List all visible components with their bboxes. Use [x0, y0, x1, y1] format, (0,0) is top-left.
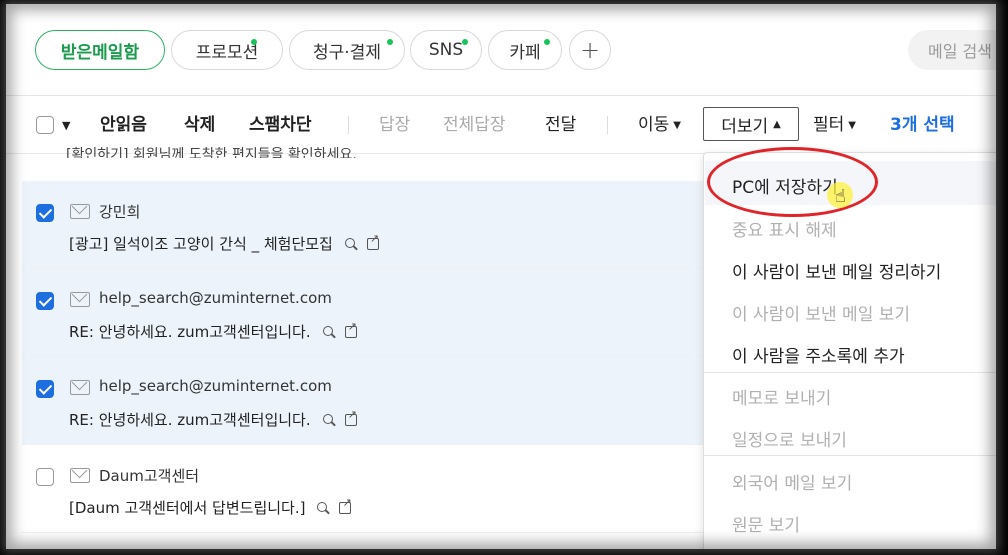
- delete-button[interactable]: 삭제: [184, 114, 215, 136]
- search-icon[interactable]: [344, 237, 357, 250]
- search-icon[interactable]: [317, 501, 329, 514]
- menu-item-send-to-calendar[interactable]: 일정으로 보내기: [732, 426, 847, 451]
- select-all-checkbox[interactable]: [36, 116, 54, 134]
- open-new-window-icon[interactable]: [366, 232, 379, 250]
- new-dot-icon: [462, 39, 468, 45]
- reply-button[interactable]: 답장: [379, 114, 410, 136]
- plus-icon: +: [579, 36, 601, 64]
- tab-label: 받은메일함: [60, 42, 140, 63]
- forward-button[interactable]: 전달: [545, 114, 576, 136]
- tab-cafe[interactable]: 카페: [488, 30, 562, 70]
- envelope-icon: [70, 380, 90, 395]
- mail-window: 받은메일함 프로모션 청구·결제 SNS 카페 + 메일 검색 ▼ 안읽음 삭제: [6, 4, 996, 549]
- tab-label: SNS: [428, 40, 464, 60]
- mail-sender: Daum고객센터: [99, 467, 200, 485]
- menu-item-view-sender-mail[interactable]: 이 사람이 보낸 메일 보기: [732, 300, 910, 325]
- open-new-window-icon[interactable]: [344, 408, 357, 426]
- filter-label: 필터: [813, 115, 845, 135]
- clipped-mail-subject: [확인하기] 회원님께 도착한 편지들을 확인하세요.: [66, 147, 357, 158]
- search-placeholder: 메일 검색: [928, 42, 992, 61]
- mail-sender: help_search@zuminternet.com: [99, 377, 332, 395]
- mail-subject-line[interactable]: RE: 안녕하세요. zum고객센터입니다.: [69, 408, 357, 430]
- mail-checkbox[interactable]: [36, 380, 54, 398]
- mail-sender: help_search@zuminternet.com: [99, 289, 332, 307]
- menu-divider: [704, 455, 996, 456]
- new-dot-icon: [251, 39, 257, 45]
- menu-divider: [704, 372, 996, 373]
- select-options-chevron-down-icon[interactable]: ▼: [62, 115, 70, 137]
- open-new-window-icon[interactable]: [344, 320, 357, 338]
- tab-inbox[interactable]: 받은메일함: [35, 30, 165, 70]
- mail-subject-line[interactable]: [Daum 고객센터에서 답변드립니다.]: [69, 496, 352, 518]
- hand-cursor-glyph: ☝: [835, 186, 846, 207]
- mail-subject-line[interactable]: RE: 안녕하세요. zum고객센터입니다.: [69, 320, 357, 342]
- mail-search-input[interactable]: 메일 검색: [908, 30, 996, 70]
- envelope-icon: [70, 468, 90, 483]
- menu-item-send-to-memo[interactable]: 메모로 보내기: [732, 384, 831, 409]
- toolbar-divider: [348, 116, 349, 134]
- tab-label: 카페: [509, 42, 541, 63]
- chevron-down-icon: ▼: [848, 120, 856, 131]
- mail-subject-line[interactable]: [광고] 일석이조 고양이 간식 _ 체험단모집: [69, 232, 379, 254]
- tab-billing[interactable]: 청구·결제: [289, 30, 405, 70]
- mailbox-tab-bar: 받은메일함 프로모션 청구·결제 SNS 카페 + 메일 검색: [6, 4, 996, 96]
- menu-item-organize-sender-mail[interactable]: 이 사람이 보낸 메일 정리하기: [732, 258, 941, 283]
- reply-all-button[interactable]: 전체답장: [443, 114, 506, 136]
- mail-subject: RE: 안녕하세요. zum고객센터입니다.: [69, 323, 311, 341]
- more-button[interactable]: 더보기 ▲: [703, 107, 799, 141]
- menu-item-add-to-contacts[interactable]: 이 사람을 주소록에 추가: [732, 342, 905, 367]
- mark-unread-button[interactable]: 안읽음: [100, 114, 147, 136]
- chevron-up-icon: ▲: [773, 118, 781, 130]
- mail-checkbox[interactable]: [36, 292, 54, 310]
- tab-sns[interactable]: SNS: [410, 30, 482, 70]
- move-button[interactable]: 이동 ▼: [638, 114, 681, 137]
- new-dot-icon: [544, 39, 550, 45]
- envelope-icon: [70, 204, 90, 219]
- hand-pointer-cursor-icon: ☝: [827, 182, 855, 212]
- search-icon[interactable]: [322, 413, 335, 426]
- mail-subject: [Daum 고객센터에서 답변드립니다.]: [69, 499, 306, 517]
- tab-label: 프로모션: [195, 42, 259, 63]
- new-dot-icon: [387, 39, 393, 45]
- menu-item-view-foreign-mail[interactable]: 외국어 메일 보기: [732, 469, 852, 494]
- tab-label: 청구·결제: [313, 42, 381, 63]
- mail-checkbox[interactable]: [36, 204, 54, 222]
- more-label: 더보기: [721, 116, 769, 137]
- selected-count: 3개 선택: [890, 115, 955, 135]
- mail-subject: RE: 안녕하세요. zum고객센터입니다.: [69, 411, 311, 429]
- block-spam-button[interactable]: 스팸차단: [249, 114, 312, 136]
- search-icon[interactable]: [322, 325, 335, 338]
- toolbar-divider: [607, 116, 608, 134]
- open-new-window-icon[interactable]: [339, 496, 352, 514]
- mail-subject: [광고] 일석이조 고양이 간식 _ 체험단모집: [69, 235, 333, 253]
- mail-checkbox[interactable]: [36, 468, 54, 486]
- menu-item-view-source[interactable]: 원문 보기: [732, 511, 800, 536]
- menu-item-unmark-important[interactable]: 중요 표시 해제: [732, 216, 837, 241]
- add-tab-button[interactable]: +: [569, 30, 611, 70]
- mail-sender: 강민희: [99, 203, 141, 221]
- tab-promotion[interactable]: 프로모션: [171, 30, 283, 70]
- chevron-down-icon: ▼: [673, 120, 681, 131]
- move-label: 이동: [638, 115, 670, 135]
- filter-button[interactable]: 필터 ▼: [813, 114, 856, 137]
- envelope-icon: [70, 292, 90, 307]
